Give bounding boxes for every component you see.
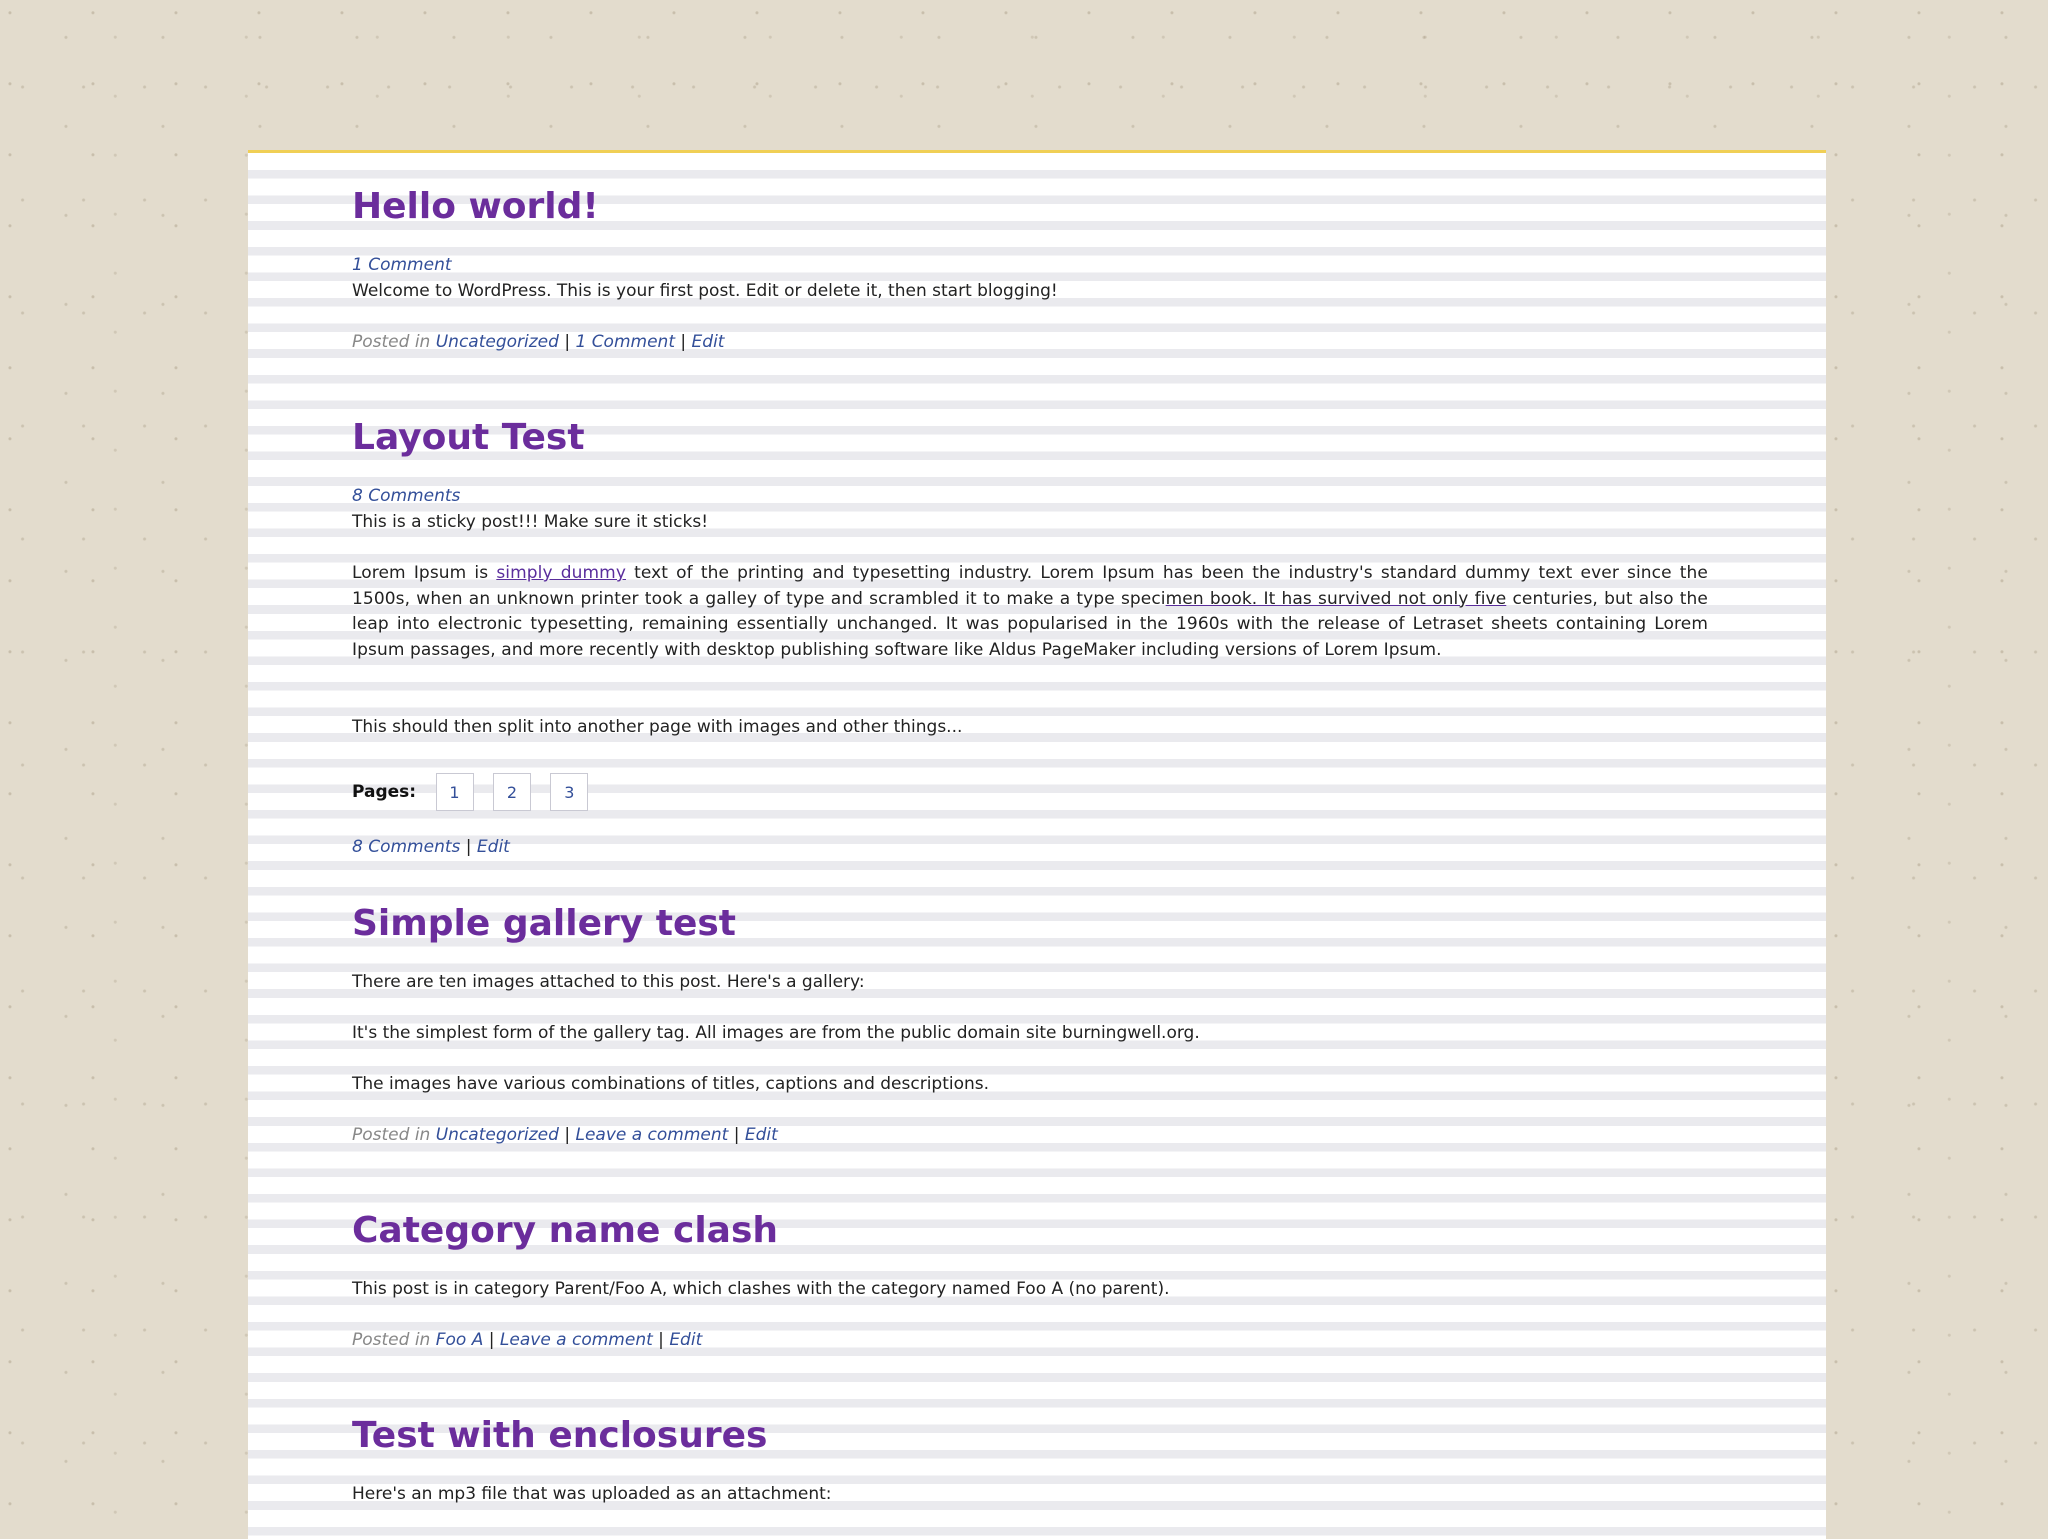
comments-link[interactable]: 1 Comment: [352, 255, 452, 275]
comments-link[interactable]: 1 Comment: [575, 332, 675, 352]
post-paragraph: There are ten images attached to this po…: [352, 972, 865, 992]
post-footer: Posted in Foo A | Leave a comment | Edit: [352, 1328, 702, 1352]
post-hello-world: Hello world! 1 Comment Welcome to WordPr…: [352, 185, 1708, 352]
separator: |: [564, 332, 571, 352]
edit-link[interactable]: Edit: [477, 837, 510, 857]
post-simple-gallery-test: Simple gallery test There are ten images…: [352, 902, 1708, 1145]
sticky-text: This is a sticky post!!! Make sure it st…: [352, 512, 709, 532]
posted-in-label: Posted in: [352, 1125, 431, 1145]
post-footer: Posted in Uncategorized | 1 Comment | Ed…: [352, 330, 724, 354]
post-body: Welcome to WordPress. This is your first…: [352, 281, 1058, 301]
comments-link[interactable]: Leave a comment: [500, 1330, 653, 1350]
post-comments-link-line: 8 Comments: [352, 484, 460, 508]
post-title[interactable]: Test with enclosures: [352, 1414, 1708, 1458]
lorem-text-start: Lorem Ipsum is: [352, 563, 497, 583]
comments-link[interactable]: Leave a comment: [575, 1125, 728, 1145]
post-category-name-clash: Category name clash This post is in cate…: [352, 1209, 1708, 1350]
post-title[interactable]: Category name clash: [352, 1209, 1708, 1253]
post-test-with-enclosures: Test with enclosures Here's an mp3 file …: [352, 1414, 1708, 1504]
pagination: Pages: 1 2 3: [352, 772, 589, 812]
post-body: Here's an mp3 file that was uploaded as …: [352, 1484, 832, 1504]
category-link[interactable]: Uncategorized: [436, 1125, 559, 1145]
post-footer: Posted in Uncategorized | Leave a commen…: [352, 1123, 778, 1147]
lorem-paragraph: Lorem Ipsum is simply dummy text of the …: [352, 561, 1708, 663]
edit-link[interactable]: Edit: [745, 1125, 778, 1145]
post-title[interactable]: Simple gallery test: [352, 902, 1708, 946]
simply-dummy-link[interactable]: simply dummy: [496, 563, 626, 583]
separator: |: [465, 837, 472, 857]
post-title[interactable]: Hello world!: [352, 185, 1708, 229]
separator: |: [564, 1125, 571, 1145]
comments-link[interactable]: 8 Comments: [352, 837, 460, 857]
separator: |: [658, 1330, 664, 1350]
comments-link[interactable]: 8 Comments: [352, 486, 460, 506]
edit-link[interactable]: Edit: [669, 1330, 702, 1350]
post-comments-link-line: 1 Comment: [352, 253, 452, 277]
split-text: This should then split into another page…: [352, 717, 963, 737]
blog-page: Hello world! 1 Comment Welcome to WordPr…: [248, 150, 1826, 1539]
lorem-underlined-text: men book. It has survived not only five: [1165, 588, 1507, 609]
page-1-button[interactable]: 1: [435, 773, 474, 811]
category-link[interactable]: Foo A: [436, 1330, 484, 1350]
page-3-button[interactable]: 3: [550, 773, 589, 811]
post-paragraph: The images have various combinations of …: [352, 1074, 990, 1094]
edit-link[interactable]: Edit: [692, 332, 725, 352]
posted-in-label: Posted in: [352, 1330, 431, 1350]
separator: |: [733, 1125, 740, 1145]
separator: |: [488, 1330, 495, 1350]
category-link[interactable]: Uncategorized: [436, 332, 559, 352]
post-paragraph: It's the simplest form of the gallery ta…: [352, 1023, 1200, 1043]
post-layout-test: Layout Test 8 Comments This is a sticky …: [352, 416, 1708, 857]
post-title[interactable]: Layout Test: [352, 416, 1708, 460]
post-body: This post is in category Parent/Foo A, w…: [352, 1279, 1170, 1299]
posted-in-label: Posted in: [352, 332, 431, 352]
pages-label: Pages:: [352, 782, 417, 802]
page-2-button[interactable]: 2: [492, 773, 531, 811]
separator: |: [680, 332, 687, 352]
post-footer: 8 Comments | Edit: [352, 835, 510, 859]
